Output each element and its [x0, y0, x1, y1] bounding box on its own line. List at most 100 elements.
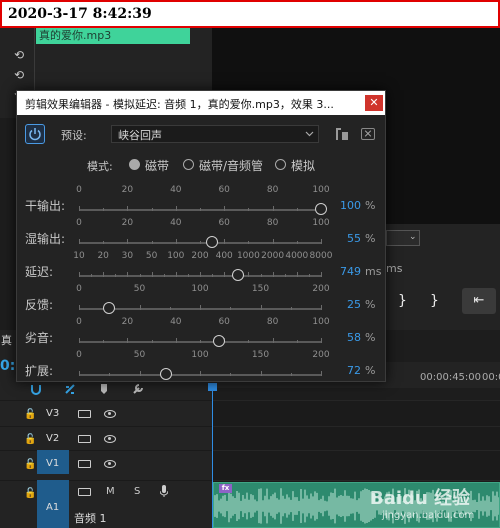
- slider-minor-tick: [200, 241, 201, 244]
- slider-tick-label: 50: [133, 284, 146, 294]
- slider-tick-mark: [224, 206, 226, 211]
- delete-preset-icon[interactable]: [361, 128, 375, 140]
- sync-lock-icon[interactable]: [78, 410, 91, 418]
- param-name: 延迟:: [25, 265, 54, 279]
- slider-tick-mark: [260, 371, 262, 376]
- slider-tick-mark: [79, 371, 80, 376]
- slider-tick-label: 0: [76, 350, 82, 360]
- slider-tick-mark: [272, 272, 274, 277]
- lock-icon[interactable]: 🔓: [24, 459, 36, 470]
- slider-tick-label: 200: [312, 350, 330, 360]
- param-value[interactable]: 749: [329, 265, 361, 278]
- wrench-icon[interactable]: [132, 383, 144, 395]
- param-name: 反馈:: [25, 298, 54, 312]
- param-value[interactable]: 55: [329, 232, 361, 245]
- zoom-dropdown[interactable]: ⌄: [386, 230, 420, 246]
- param-value[interactable]: 25: [329, 298, 361, 311]
- radio-tape-tube[interactable]: [183, 159, 194, 170]
- linked-selection-icon[interactable]: [64, 383, 76, 395]
- preset-select[interactable]: 峡谷回声: [111, 125, 319, 143]
- param-value[interactable]: 58: [329, 331, 361, 344]
- sync-lock-icon[interactable]: [78, 460, 91, 468]
- dialog-title-bar[interactable]: 剪辑效果编辑器 - 模拟延迟: 音频 1，真的爱你.mp3，效果 3... ✕: [17, 91, 385, 115]
- slider-tick-label: 4000: [285, 251, 309, 261]
- radio-analog[interactable]: [275, 159, 286, 170]
- param-value[interactable]: 100: [329, 199, 361, 212]
- radio-tape[interactable]: [129, 159, 140, 170]
- slider-tick-label: 200: [312, 284, 330, 294]
- eye-icon[interactable]: [104, 460, 116, 468]
- dialog-title: 剪辑效果编辑器 - 模拟延迟: 音频 1，真的爱你.mp3，效果 3...: [25, 98, 334, 111]
- slider-knob[interactable]: [315, 203, 327, 215]
- project-clip-item[interactable]: 真的爱你.mp3: [36, 28, 190, 44]
- watermark: Baidu 经验 jingyan.baidu.com: [370, 484, 474, 521]
- go-to-in-button[interactable]: ⇤: [462, 288, 496, 314]
- solo-button[interactable]: S: [134, 486, 140, 497]
- param-unit: ms: [365, 265, 382, 278]
- param-row: 扩展: 0 50 100 150 200 72%: [17, 350, 385, 384]
- sync-lock-icon[interactable]: [78, 488, 91, 496]
- mute-button[interactable]: M: [106, 486, 115, 497]
- slider-tick-mark: [79, 206, 80, 211]
- microphone-icon[interactable]: [160, 485, 168, 497]
- mark-out-icon[interactable]: }: [430, 293, 439, 309]
- chevron-down-icon: ⌄: [409, 232, 417, 242]
- slider-minor-tick: [200, 208, 201, 211]
- slider-tick-mark: [79, 305, 80, 310]
- slider-knob[interactable]: [160, 368, 173, 380]
- slider-tick-label: 50: [133, 350, 146, 360]
- slider-knob[interactable]: [231, 269, 244, 281]
- slider-tick-mark: [200, 305, 201, 310]
- preset-label: 预设:: [61, 129, 87, 142]
- eye-icon[interactable]: [104, 410, 116, 418]
- slider-tick-mark: [248, 272, 250, 277]
- slider-tick-label: 400: [215, 251, 233, 261]
- slider-tick-label: 50: [145, 251, 158, 261]
- marker-icon[interactable]: [98, 383, 110, 395]
- slider-tick-mark: [175, 239, 177, 244]
- slider-tick-label: 100: [167, 251, 185, 261]
- eye-icon[interactable]: [104, 435, 116, 443]
- save-preset-icon[interactable]: [335, 127, 349, 141]
- slider-minor-tick: [151, 340, 153, 343]
- power-button[interactable]: [25, 124, 45, 144]
- clip-name: 真的爱你.mp3: [39, 29, 112, 42]
- slider-tick-label: 40: [170, 317, 182, 327]
- param-row: 劣音: 0 20 40 60 80 100 58%: [17, 317, 385, 351]
- track-area-v3[interactable]: [212, 400, 500, 426]
- undo-icon-2[interactable]: ⟲: [12, 68, 26, 82]
- slider-tick-label: 2000: [261, 251, 285, 261]
- slider-knob[interactable]: [206, 236, 219, 248]
- playhead[interactable]: [212, 385, 213, 528]
- timeline-tab-label[interactable]: 真: [1, 332, 12, 348]
- sync-lock-icon[interactable]: [78, 435, 91, 443]
- track-name: V3: [46, 408, 60, 419]
- slider-knob[interactable]: [103, 302, 116, 314]
- track-area-v2[interactable]: [212, 426, 500, 450]
- track-area-v1[interactable]: [212, 450, 500, 480]
- clip-fx-editor-dialog: 剪辑效果编辑器 - 模拟延迟: 音频 1，真的爱你.mp3，效果 3... ✕ …: [16, 90, 386, 382]
- slider-tick-label: 200: [191, 251, 209, 261]
- lock-icon[interactable]: 🔓: [24, 409, 36, 420]
- slider-tick-mark: [200, 272, 201, 277]
- slider-tick-mark: [272, 239, 274, 244]
- snap-icon[interactable]: [30, 383, 42, 395]
- lock-icon[interactable]: 🔓: [24, 488, 36, 499]
- slider-minor-tick: [248, 208, 250, 211]
- slider-minor-tick: [109, 373, 111, 376]
- slider-knob[interactable]: [213, 335, 226, 347]
- lock-icon[interactable]: 🔓: [24, 434, 36, 445]
- slider-tick-label: 40: [170, 185, 182, 195]
- slider-tick-label: 100: [312, 218, 330, 228]
- mark-in-icon[interactable]: }: [398, 293, 407, 309]
- slider-tick-label: 0: [76, 317, 82, 327]
- param-value[interactable]: 72: [329, 364, 361, 377]
- param-row: 反馈: 0 50 100 150 200 25%: [17, 284, 385, 318]
- power-icon: [29, 128, 41, 141]
- fx-badge-icon[interactable]: fx: [219, 484, 232, 493]
- slider-tick-mark: [175, 338, 177, 343]
- ms-label: ms: [386, 262, 403, 275]
- close-button[interactable]: ✕: [365, 95, 383, 111]
- slider-tick-mark: [260, 305, 262, 310]
- undo-icon[interactable]: ⟲: [12, 48, 26, 62]
